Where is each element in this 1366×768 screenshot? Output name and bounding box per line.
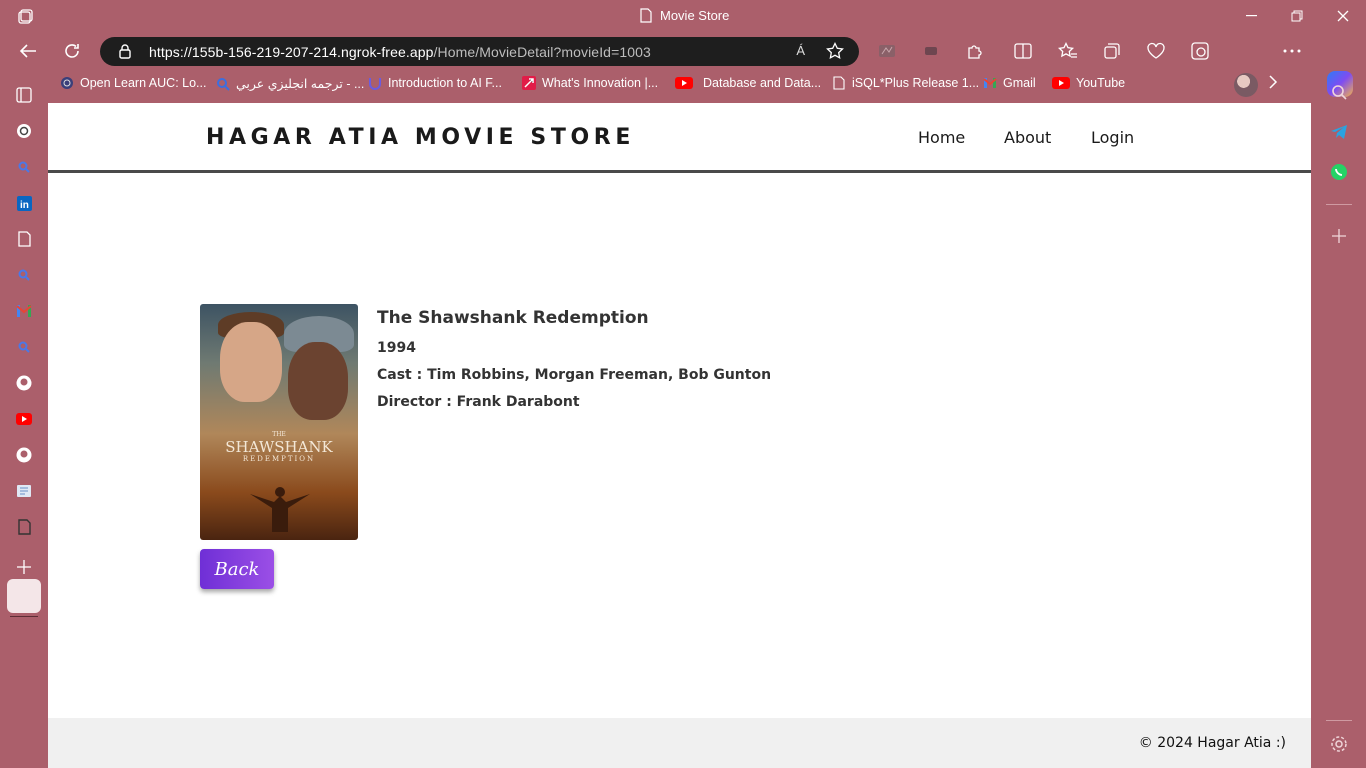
whatsapp-icon[interactable] [1328,161,1350,183]
add-plus-icon[interactable] [1328,225,1350,247]
page-icon [833,76,845,90]
refresh-icon[interactable] [60,39,84,63]
title-bar: Movie Store [0,0,1366,33]
more-menu-icon[interactable] [1281,40,1303,62]
immersive-reader-icon[interactable] [920,40,942,62]
poster-figure-silhouette [250,487,310,532]
workspaces-icon[interactable] [17,8,34,25]
youtube-icon[interactable] [14,409,34,429]
youtube-icon [1052,77,1070,89]
bookmark-label: Introduction to AI F... [388,76,502,90]
url-host: https://155b-156-219-207-214.ngrok-free.… [149,44,434,60]
edge-right-sidebar [1312,69,1366,768]
search-icon [217,77,230,91]
close-icon[interactable] [1333,6,1353,26]
poster-figure-face [220,322,282,402]
url-path: /Home/MovieDetail?movieId=1003 [433,44,651,60]
split-screen-icon[interactable] [1012,40,1034,62]
vertical-tabs-sidebar: in [0,69,48,768]
chevron-right-icon[interactable] [1268,75,1278,89]
favorite-star-icon[interactable] [826,42,844,60]
tab-actions-icon[interactable] [14,85,34,105]
bookmark-udacity[interactable]: Introduction to AI F... [368,76,502,90]
poster-title-small: THE [272,431,286,438]
rocket-icon [522,76,536,90]
bookmark-database[interactable]: Database and Data... [675,76,821,90]
navigation-bar: https://155b-156-219-207-214.ngrok-free.… [0,33,1366,97]
telegram-icon[interactable] [1328,121,1350,143]
nav-about-link[interactable]: About [1004,128,1051,147]
bookmark-label: Gmail [1003,76,1036,90]
browser-essentials-icon[interactable] [1145,40,1167,62]
active-tab-highlight [7,579,41,613]
bookmark-translate[interactable]: ترجمه انجليزي عربي - ... [216,76,364,91]
movie-cast: Cast : Tim Robbins, Morgan Freeman, Bob … [377,367,772,383]
active-tab-page-icon[interactable] [14,517,34,537]
bookmark-label: iSQL*Plus Release 1... [852,76,980,90]
search-icon[interactable] [14,157,34,177]
site-brand[interactable]: HAGAR ATIA MOVIE STORE [206,125,635,150]
sidebar-divider [10,616,38,617]
tab-title: Movie Store [660,8,730,23]
bookmark-label: What's Innovation |... [542,76,659,90]
lock-icon[interactable] [119,44,131,59]
settings-gear-icon[interactable] [1328,733,1350,755]
bookmark-label: Database and Data... [703,76,822,90]
nav-login-link[interactable]: Login [1091,128,1134,147]
window-title: Movie Store [640,8,729,23]
back-button[interactable]: Back [200,549,274,589]
restore-icon[interactable] [1287,6,1307,26]
back-arrow-icon[interactable] [16,39,40,63]
reader-icon[interactable] [14,481,34,501]
bookmark-isqlplus[interactable]: iSQL*Plus Release 1... [832,76,979,90]
bookmark-label: ترجمه انجليزي عربي - ... [236,77,365,91]
read-aloud-icon[interactable]: Á [796,43,805,58]
movie-title: The Shawshank Redemption [377,308,649,328]
openlearn-icon [61,77,73,89]
extension-icon[interactable] [876,40,898,62]
sidebar-divider [1326,204,1352,205]
youtube-icon [675,77,693,89]
svg-text:in: in [20,200,29,211]
nav-home-link[interactable]: Home [918,128,965,147]
search-icon[interactable] [1328,81,1350,103]
edge-sidebar-icon[interactable] [1189,40,1211,62]
poster-title: SHAWSHANK [225,438,333,456]
page-icon [640,8,652,23]
bookmarks-bar: Open Learn AUC: Lo... ترجمه انجليزي عربي… [48,69,1311,99]
movie-director: Director : Frank Darabont [377,394,580,410]
bookmark-innovation[interactable]: What's Innovation |... [522,76,658,90]
site-header: HAGAR ATIA MOVIE STORE Home About Login [48,103,1311,173]
collections-icon[interactable] [1101,40,1123,62]
movie-year: 1994 [377,340,416,356]
google-icon [983,78,997,88]
poster-subtitle: REDEMPTION [242,455,316,463]
web-page-viewport: HAGAR ATIA MOVIE STORE Home About Login … [48,103,1311,768]
search-icon[interactable] [14,265,34,285]
footer-copyright: © 2024 Hagar Atia :) [1138,735,1286,751]
document-icon[interactable] [14,229,34,249]
udacity-icon [369,78,381,90]
google-icon[interactable] [14,301,34,321]
sidebar-divider [1326,720,1352,721]
poster-figure-face [288,342,348,420]
favorites-icon[interactable] [1057,40,1079,62]
bookmark-youtube[interactable]: YouTube [1052,76,1125,90]
bookmark-label: YouTube [1076,76,1126,90]
minimize-icon[interactable] [1241,6,1261,26]
bookmark-label: Open Learn AUC: Lo... [80,76,207,90]
extensions-puzzle-icon[interactable] [964,40,986,62]
site-footer: © 2024 Hagar Atia :) [48,718,1311,768]
github-icon[interactable] [14,445,34,465]
chatgpt-icon[interactable] [14,121,34,141]
address-bar[interactable]: https://155b-156-219-207-214.ngrok-free.… [100,37,859,66]
github-icon[interactable] [14,373,34,393]
new-tab-plus-icon[interactable] [14,557,34,577]
search-icon[interactable] [14,337,34,357]
bookmark-openlearn[interactable]: Open Learn AUC: Lo... [60,76,206,90]
linkedin-icon[interactable]: in [14,193,34,213]
url-text[interactable]: https://155b-156-219-207-214.ngrok-free.… [149,44,651,60]
movie-poster: THE SHAWSHANK REDEMPTION [200,304,358,540]
bookmark-gmail[interactable]: Gmail [983,76,1036,90]
